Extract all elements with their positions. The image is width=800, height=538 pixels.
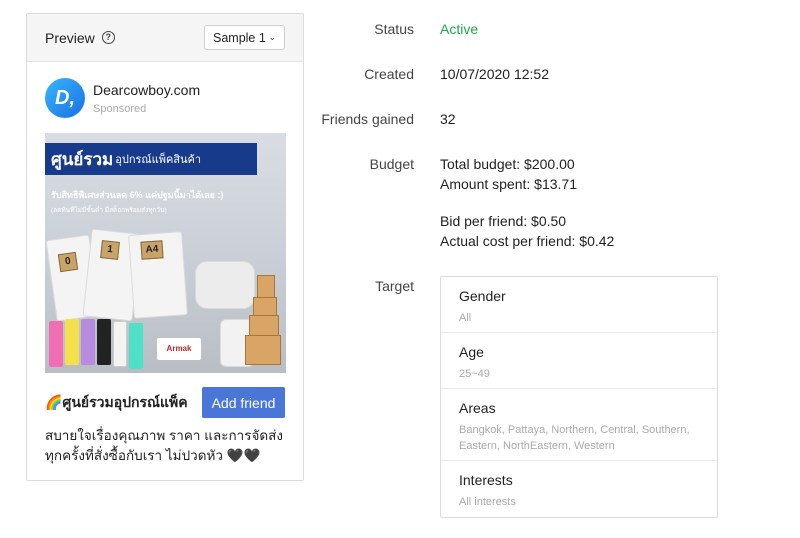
ad-headline-small: อุปกรณ์แพ็คสินค้า [115,154,202,166]
box-image [245,335,281,365]
friends-gained-value: 32 [440,111,456,127]
envelope-image [97,319,111,365]
actual-cost-per-friend: Actual cost per friend: $0.42 [440,233,615,249]
created-value: 10/07/2020 12:52 [440,66,549,82]
cta-row: 🌈ศูนย์รวมอุปกรณ์แพ็ค Add friend [27,373,303,418]
bag-tag: A4 [140,240,164,260]
ad-fineprint: (ลดทันทีไม่มีขั้นต่ำ มีสต็อกพร้อมส่งทุกว… [51,207,167,214]
ad-headline-big: ศูนย์รวม [51,149,114,169]
ad-description: สบายใจเรื่องคุณภาพ ราคา และการจัดส่ง ทุก… [45,428,283,463]
chevron-down-icon: ⌄ [268,32,276,42]
sample-select[interactable]: Sample 1 ⌄ [204,25,285,50]
account-name: Dearcowboy.com [93,81,201,98]
envelope-image [129,323,143,369]
status-value: Active [440,21,479,37]
ad-banner: ศูนย์รวม อุปกรณ์แพ็คสินค้า [45,143,257,175]
box-image [253,297,277,317]
target-item-title: Age [459,344,484,360]
film-roll-image [195,261,255,309]
envelope-image [81,319,95,365]
sample-select-value: Sample 1 [213,30,266,45]
target-item-title: Areas [459,400,496,416]
target-item-value: All [459,312,472,324]
ad-preview-card: Preview ? Sample 1 ⌄ D, Dearcowboy.com S… [26,13,304,481]
target-item-age: Age 25~49 [441,333,717,389]
preview-title: Preview [45,29,95,46]
bag-tag: 1 [100,240,120,260]
ad-image: ศูนย์รวม อุปกรณ์แพ็คสินค้า รับสิทธิพิเศษ… [45,133,286,373]
target-item-value: Bangkok, Pattaya, Northern, Central, Sou… [459,424,690,452]
envelope-image [65,319,79,365]
add-friend-button[interactable]: Add friend [202,387,285,418]
account-row: D, Dearcowboy.com Sponsored [27,62,303,118]
target-item-gender: Gender All [441,277,717,333]
avatar: D, [45,78,85,118]
created-label: Created [364,66,414,82]
ad-subline: รับสิทธิพิเศษส่วนลด 6% แค่ปฐมนิ้มาได้เลย… [51,190,224,200]
target-item-value: All interests [459,496,516,508]
status-label: Status [374,21,414,37]
target-label: Target [375,278,414,294]
target-item-value: 25~49 [459,368,490,380]
preview-header: Preview ? Sample 1 ⌄ [27,14,303,62]
budget-label: Budget [369,156,414,172]
box-image [257,275,275,299]
target-item-areas: Areas Bangkok, Pattaya, Northern, Centra… [441,389,717,461]
target-item-interests: Interests All interests [441,461,717,517]
target-item-title: Gender [459,288,506,304]
box-image [249,315,279,337]
total-budget: Total budget: $200.00 [440,156,575,172]
armak-logo: Armak [157,338,201,360]
target-item-title: Interests [459,472,513,488]
question-circle-icon[interactable]: ? [101,31,115,44]
bid-per-friend: Bid per friend: $0.50 [440,213,567,229]
friends-gained-label: Friends gained [321,111,414,127]
envelope-image [113,321,127,367]
envelope-image [49,321,63,367]
amount-spent: Amount spent: $13.71 [440,176,577,192]
target-list: Gender All Age 25~49 Areas Bangkok, Patt… [440,276,718,518]
sponsored-label: Sponsored [93,102,147,115]
cta-title: 🌈ศูนย์รวมอุปกรณ์แพ็ค [45,393,188,410]
bag-tag: 0 [57,251,79,273]
